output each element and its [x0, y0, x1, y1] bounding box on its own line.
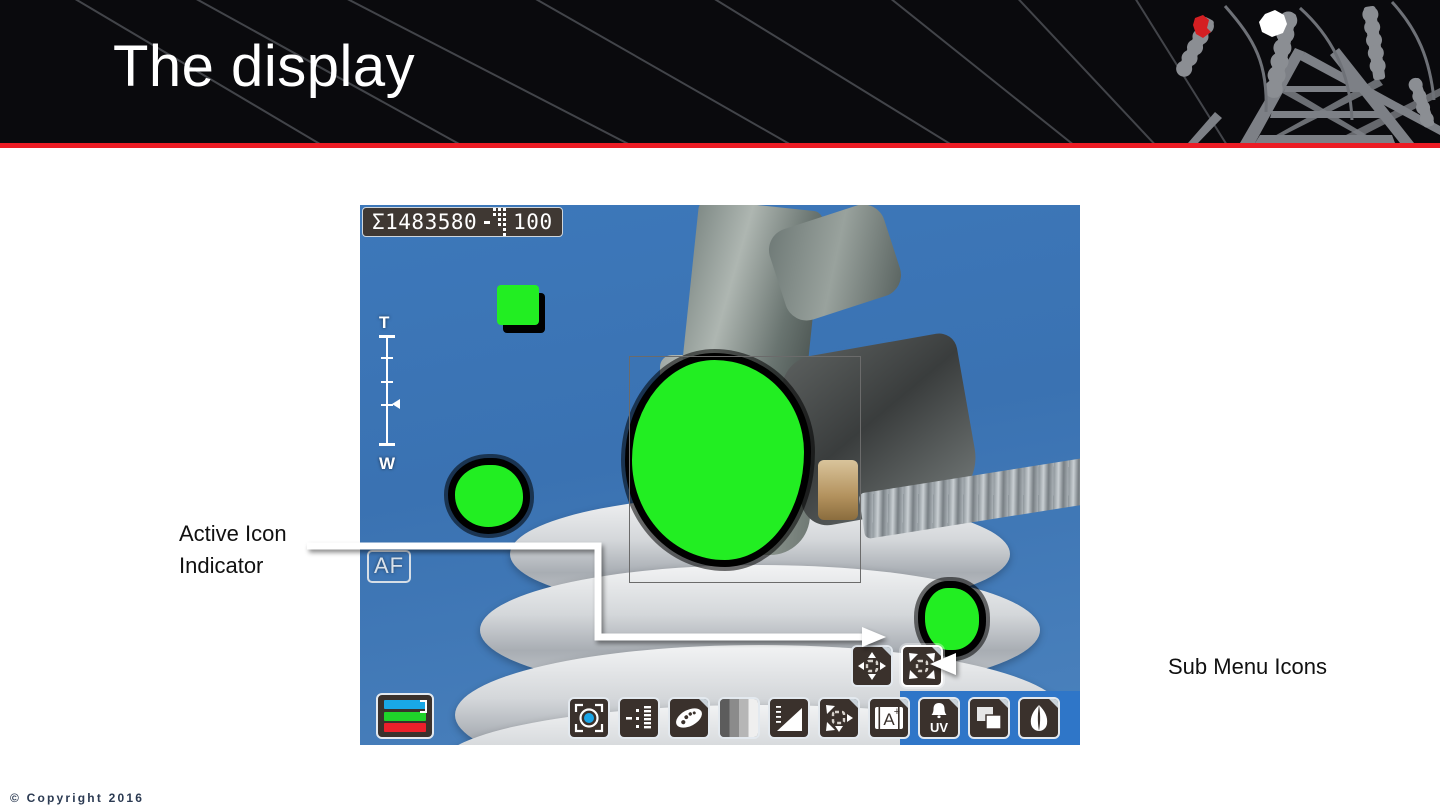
zoom-slider-track [386, 335, 388, 445]
header-accent-rule [0, 143, 1440, 148]
overlay-layers-icon[interactable] [968, 697, 1010, 739]
gain-value: 100 [513, 210, 553, 234]
corona-blob-top-small [497, 285, 539, 325]
grayscale-bar-icon [718, 697, 760, 739]
resize-arrows-icon[interactable] [901, 645, 943, 687]
leaf-mode-icon[interactable] [1018, 697, 1060, 739]
zoom-tick [381, 381, 393, 383]
osd-top-status-bar: Σ1483580 100 [362, 207, 563, 237]
corona-blob-left [455, 465, 523, 527]
photon-counter-value: Σ1483580 [372, 210, 478, 234]
corona-blob-right [925, 588, 979, 650]
copyright-notice: © Copyright 2016 [10, 791, 145, 805]
zoom-tele-label: T [379, 313, 390, 332]
camera-display-screen: Σ1483580 100 T W AF A + UV [360, 205, 1080, 745]
zoom-tick-bottom [379, 443, 395, 446]
bell-icon [931, 703, 947, 719]
page-title: The display [113, 34, 416, 99]
gain-level-icon[interactable] [618, 697, 660, 739]
gain-level-icon [484, 208, 507, 236]
pan-move-icon[interactable] [818, 697, 860, 739]
callout-active-icon-indicator-label: Active Icon Indicator [179, 521, 287, 578]
bottom-left-toolbar[interactable]: A + UV [376, 693, 1060, 739]
focus-target-icon[interactable] [568, 697, 610, 739]
palette-icon[interactable] [668, 697, 710, 739]
uv-label: UV [929, 720, 949, 735]
zoom-tick-top [379, 335, 395, 338]
battery-status-icon[interactable] [376, 693, 434, 739]
text-icon-superscript: + [894, 706, 900, 718]
target-detection-box [629, 356, 861, 583]
header-banner: The display [0, 0, 1440, 143]
text-annotation-icon[interactable]: A + [868, 697, 910, 739]
zoom-position-marker-icon[interactable] [392, 399, 400, 409]
sub-menu-icon-row[interactable] [851, 645, 943, 687]
pan-arrows-icon[interactable] [851, 645, 893, 687]
uv-alarm-icon[interactable]: UV [918, 697, 960, 739]
gamma-curve-icon[interactable] [768, 697, 810, 739]
zoom-slider[interactable]: T W [370, 313, 408, 473]
autofocus-badge: AF [367, 550, 412, 583]
zoom-wide-label: W [379, 454, 396, 473]
callout-sub-menu-icons-label: Sub Menu Icons [1168, 654, 1327, 679]
zoom-tick [381, 357, 393, 359]
